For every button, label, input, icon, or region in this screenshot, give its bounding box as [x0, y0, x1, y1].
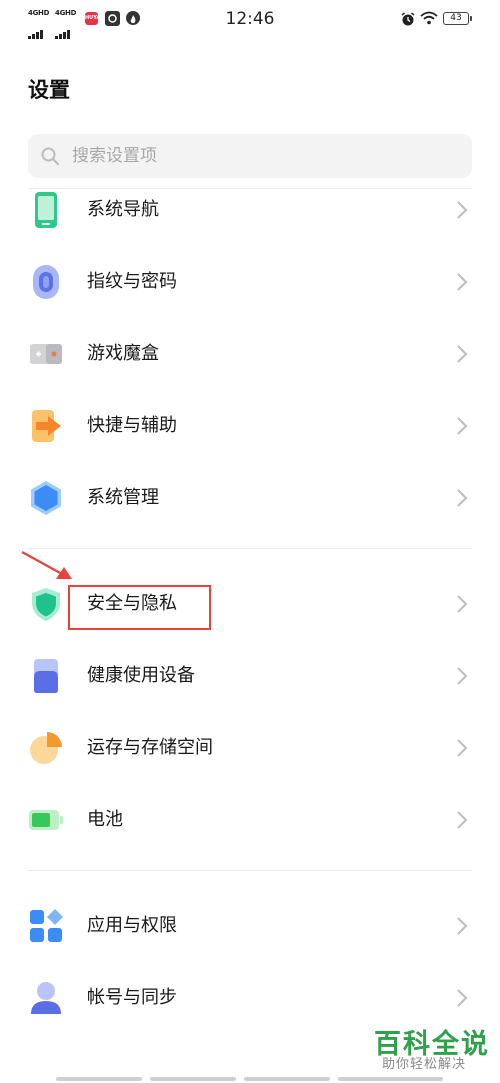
search-input[interactable] — [72, 134, 452, 178]
wifi-icon — [420, 11, 438, 25]
chevron-right-icon — [457, 417, 468, 435]
settings-item-label: 系统管理 — [87, 487, 159, 508]
watermark-tagline: 助你轻松解决 — [382, 1057, 467, 1072]
shield-icon — [32, 588, 60, 621]
settings-item-healthy-device-use[interactable]: 健康使用设备 — [0, 646, 500, 706]
alarm-icon — [401, 12, 415, 26]
settings-item-system-navigation[interactable]: 系统导航 — [0, 180, 500, 240]
settings-item-label: 快捷与辅助 — [87, 415, 177, 436]
nav-handle — [244, 1077, 330, 1081]
settings-item-label: 帐号与同步 — [87, 987, 177, 1008]
fingerprint-icon — [33, 265, 59, 299]
nav-handle — [56, 1077, 142, 1081]
chevron-right-icon — [457, 345, 468, 363]
shortcut-arrow-icon — [32, 410, 61, 442]
page-title: 设置 — [28, 78, 70, 102]
phone-navigation-icon — [35, 192, 57, 228]
settings-item-memory-storage[interactable]: 运存与存储空间 — [0, 718, 500, 778]
settings-item-label: 电池 — [87, 809, 123, 830]
status-bar: 4GHD 4GHD HUYA 12:46 43 — [0, 0, 500, 40]
annotation-arrow-icon — [21, 551, 72, 579]
battery-status: 43 — [443, 12, 472, 25]
game-box-icon — [30, 344, 62, 364]
battery-icon — [29, 810, 63, 830]
nav-handle — [338, 1077, 443, 1081]
chevron-right-icon — [457, 273, 468, 291]
divider — [28, 870, 472, 871]
search-icon — [41, 147, 60, 166]
chevron-right-icon — [457, 917, 468, 935]
settings-item-battery[interactable]: 电池 — [0, 790, 500, 850]
search-bar[interactable] — [28, 134, 472, 178]
settings-item-system-management[interactable]: 系统管理 — [0, 468, 500, 528]
settings-item-label: 应用与权限 — [87, 915, 177, 936]
chevron-right-icon — [457, 489, 468, 507]
apps-grid-icon — [30, 909, 63, 942]
health-device-icon — [34, 659, 58, 693]
pie-storage-icon — [30, 732, 62, 764]
divider — [28, 548, 472, 549]
settings-item-label: 游戏魔盒 — [87, 343, 159, 364]
settings-item-label: 健康使用设备 — [87, 665, 195, 686]
settings-item-account-sync[interactable]: 帐号与同步 — [0, 968, 500, 1028]
nav-handle — [150, 1077, 236, 1081]
chevron-right-icon — [457, 667, 468, 685]
chevron-right-icon — [457, 201, 468, 219]
chevron-right-icon — [457, 989, 468, 1007]
settings-item-label: 指纹与密码 — [87, 271, 177, 292]
settings-item-game-box[interactable]: 游戏魔盒 — [0, 324, 500, 384]
settings-item-label: 系统导航 — [87, 199, 159, 220]
settings-item-label: 运存与存储空间 — [87, 737, 213, 758]
settings-item-fingerprint-password[interactable]: 指纹与密码 — [0, 252, 500, 312]
settings-screen: 4GHD 4GHD HUYA 12:46 43 设置 搜索设置项 系统导航 指纹… — [0, 0, 500, 1083]
chevron-right-icon — [457, 739, 468, 757]
chevron-right-icon — [457, 811, 468, 829]
chevron-right-icon — [457, 595, 468, 613]
settings-item-apps-permissions[interactable]: 应用与权限 — [0, 896, 500, 956]
account-person-icon — [31, 982, 61, 1014]
settings-item-shortcuts-assist[interactable]: 快捷与辅助 — [0, 396, 500, 456]
highlight-box — [68, 585, 211, 630]
hexagon-icon — [31, 481, 61, 515]
